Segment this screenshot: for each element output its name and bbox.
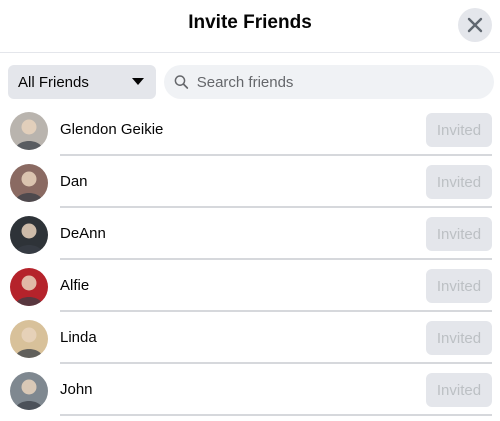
filter-label: All Friends	[18, 73, 89, 91]
avatar[interactable]	[10, 112, 48, 150]
avatar[interactable]	[10, 216, 48, 254]
invited-button[interactable]: Invited	[426, 321, 492, 355]
search-box	[164, 65, 494, 99]
search-input[interactable]	[194, 72, 484, 92]
friend-name: Alfie	[60, 277, 90, 294]
invited-button[interactable]: Invited	[426, 113, 492, 147]
friend-name: DeAnn	[60, 225, 106, 242]
avatar[interactable]	[10, 320, 48, 358]
friend-name: Dan	[60, 173, 88, 190]
invited-button[interactable]: Invited	[426, 217, 492, 251]
close-icon	[467, 17, 483, 33]
friends-list: Glendon Geikie Invited Dan Invited DeAnn Invi…	[0, 104, 500, 416]
dialog-header: Invite Friends	[0, 0, 500, 53]
list-item: DeAnn Invited	[0, 208, 500, 260]
invited-button[interactable]: Invited	[426, 373, 492, 407]
invited-button[interactable]: Invited	[426, 165, 492, 199]
invited-button[interactable]: Invited	[426, 269, 492, 303]
list-item: Dan Invited	[0, 156, 500, 208]
search-icon	[174, 75, 189, 89]
avatar[interactable]	[10, 372, 48, 410]
list-item: Alfie Invited	[0, 260, 500, 312]
invite-friends-dialog: Invite Friends All Friends Glendon Geiki…	[0, 0, 500, 421]
close-button[interactable]	[458, 8, 492, 42]
caret-down-icon	[132, 78, 144, 85]
avatar[interactable]	[10, 164, 48, 202]
list-item: Linda Invited	[0, 312, 500, 364]
friend-name: Linda	[60, 329, 97, 346]
list-item: Glendon Geikie Invited	[0, 104, 500, 156]
friend-name: John	[60, 381, 93, 398]
dialog-title: Invite Friends	[188, 12, 312, 33]
friends-filter-dropdown[interactable]: All Friends	[8, 65, 156, 99]
divider	[60, 414, 492, 416]
avatar[interactable]	[10, 268, 48, 306]
friend-name: Glendon Geikie	[60, 121, 164, 138]
list-item: John Invited	[0, 364, 500, 416]
toolbar: All Friends	[8, 65, 494, 99]
